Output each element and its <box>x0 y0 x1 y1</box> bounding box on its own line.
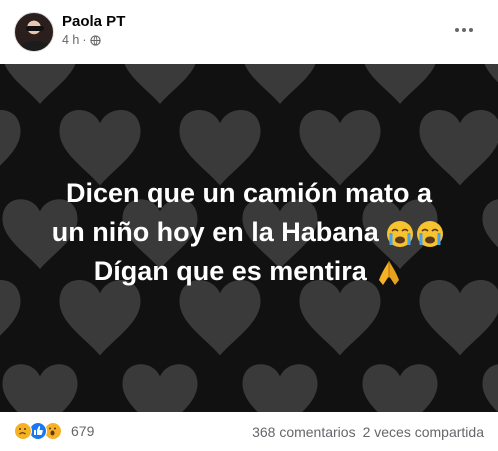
reactions-summary[interactable]: 679 <box>14 422 94 440</box>
author-avatar[interactable] <box>14 12 54 52</box>
author-name[interactable]: Paola PT <box>62 13 125 30</box>
post-text-line-3-text: Dígan que es mentira <box>93 256 367 286</box>
shares-count-link[interactable]: 2 veces compartida <box>363 424 484 440</box>
loudly-crying-face-icon <box>387 220 444 247</box>
comments-count-link[interactable]: 368 comentarios <box>252 424 356 440</box>
post-text-line-1: Dicen que un camión mato a <box>65 178 433 208</box>
globe-icon[interactable] <box>89 34 101 46</box>
post-time[interactable]: 4 h <box>62 33 79 47</box>
post-text-line-2-text: un niño hoy en la Habana <box>51 217 379 247</box>
post-footer: 679 368 comentarios 2 veces compartida <box>0 412 498 451</box>
more-dots-icon <box>455 28 459 32</box>
meta-separator: · <box>82 33 87 47</box>
post-stats: 368 comentarios 2 veces compartida <box>252 424 484 440</box>
sad-reaction-icon <box>14 422 32 440</box>
post-text-line-2: un niño hoy en la Habana <box>0 213 498 252</box>
post-text: Dicen que un camión mato a un niño hoy e… <box>0 174 498 291</box>
post-meta: 4 h · <box>62 33 101 47</box>
reaction-count[interactable]: 679 <box>71 423 94 439</box>
post-header: Paola PT 4 h · <box>0 0 498 64</box>
post-image[interactable]: Dicen que un camión mato a un niño hoy e… <box>0 64 498 412</box>
folded-hands-icon <box>379 260 400 285</box>
post-text-line-3: Dígan que es mentira <box>0 252 498 291</box>
more-options-button[interactable] <box>452 20 476 40</box>
